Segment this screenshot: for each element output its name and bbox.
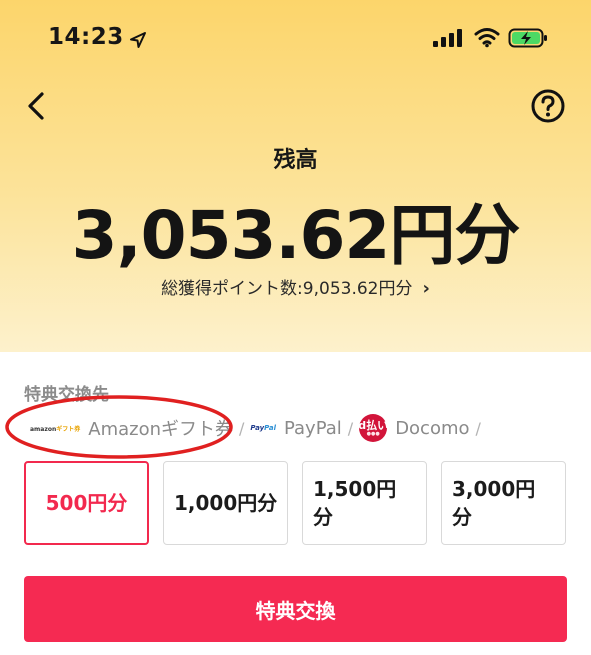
separator: / [347,418,354,438]
battery-charging-icon [508,28,547,48]
amount-options: 500円分 1,000円分 1,500円分 3,000円分 [24,461,567,547]
destination-label: Docomo [395,417,470,439]
option-500[interactable]: 500円分 [24,461,149,545]
destination-label: Amazonギフト券 [88,419,234,440]
separator: / [239,418,245,438]
amazon-logo: amazonギフト券 [30,425,81,433]
destination-docomo: d払い ●●● Docomo [358,414,470,442]
destination-paypal: PayPal PayPal [250,418,341,439]
option-1500[interactable]: 1,500円分 [302,461,427,545]
status-bar: 14:23 [0,0,591,80]
option-1000[interactable]: 1,000円分 [163,461,288,545]
back-button[interactable] [20,88,56,124]
status-time: 14:23 [48,24,124,50]
docomo-logo: d払い ●●● [358,414,388,442]
destination-list: amazonギフト券 Amazonギフト券 / PayPal PayPal / … [24,414,487,442]
separator: / [475,418,481,438]
help-button[interactable] [530,88,566,124]
paypal-logo: PayPal [250,424,276,432]
wifi-icon [474,28,500,48]
section-title: 特典交換先 [24,385,109,405]
total-points-text: 総獲得ポイント数:9,053.62円分 [161,279,413,299]
cellular-signal-icon [433,29,462,47]
balance-amount: 3,053.62円分 [71,197,521,274]
chevron-right-icon: › [422,278,430,299]
exchange-button[interactable]: 特典交換 [24,576,567,642]
location-arrow-icon [130,32,146,48]
total-points-link[interactable]: 総獲得ポイント数:9,053.62円分 › [0,274,591,299]
destination-amazon: amazonギフト券 Amazonギフト券 [24,415,233,441]
balance-label: 残高 [273,148,318,173]
destination-label: PayPal [283,417,342,439]
option-3000[interactable]: 3,000円分 [441,461,566,545]
